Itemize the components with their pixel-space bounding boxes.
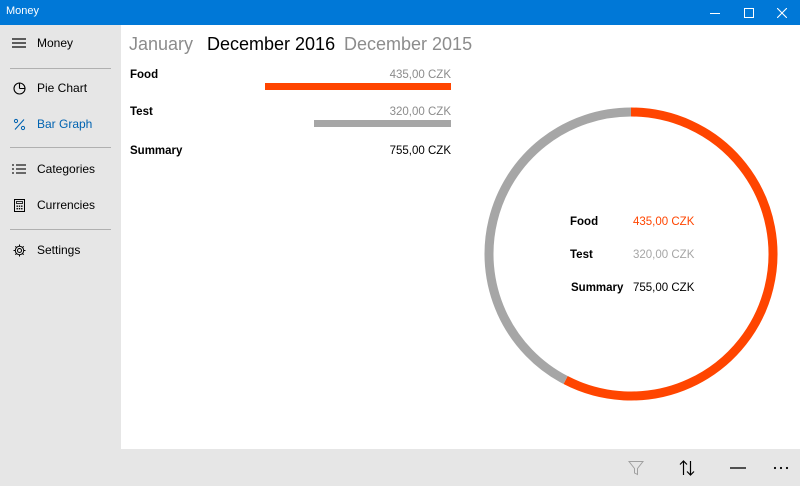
maximize-icon [744,7,754,18]
bar-row-label: Test [130,106,153,118]
more-button[interactable] [763,449,799,486]
minimize-icon [710,12,720,14]
close-icon [777,7,787,18]
summary-value: 755,00 CZK [389,145,451,157]
gear-icon [12,243,26,257]
window-title: Money [6,5,40,17]
calculator-icon [12,198,26,212]
sidebar-item-label: Categories [37,162,96,176]
donut-summary-label: Summary [571,282,624,294]
bar-row-label: Food [130,69,159,81]
donut-legend-value: 435,00 CZK [633,216,695,228]
pie-chart-icon [12,81,26,95]
list-icon [12,162,26,176]
minus-icon [730,466,746,469]
tab-december-2016[interactable]: December 2016 [207,34,335,55]
hamburger-icon [12,36,26,50]
tab-january[interactable]: January [129,34,193,55]
summary-label: Summary [130,145,183,157]
tab-december-2015[interactable]: December 2015 [344,34,472,55]
more-icon [773,466,789,469]
sidebar-divider [10,68,111,69]
bar-row-value: 320,00 CZK [389,106,451,118]
sidebar-item-label: Currencies [37,198,96,212]
minimize-button[interactable] [697,0,733,25]
sidebar-item-currencies[interactable]: Currencies [0,189,121,221]
filter-icon [628,460,644,475]
sidebar-divider [10,229,111,230]
sidebar-divider [10,147,111,148]
app-name-label: Money [37,36,74,50]
donut-legend-label: Test [570,249,593,261]
remove-button[interactable] [720,449,756,486]
filter-button[interactable] [618,449,654,486]
title-bar: Money [0,0,800,25]
sidebar-item-label: Settings [37,243,81,257]
sidebar-item-bar-graph[interactable]: Bar Graph [0,108,121,140]
donut-summary-value: 755,00 CZK [633,282,695,294]
donut-segment-test [484,107,632,385]
bar-row-value: 435,00 CZK [389,69,451,81]
close-button[interactable] [764,0,800,25]
sidebar-item-settings[interactable]: Settings [0,234,121,266]
maximize-button[interactable] [731,0,767,25]
donut-legend-label: Food [570,216,599,228]
bar-fill-food [265,83,451,90]
sidebar: Money Pie Chart Bar Graph Categories Cur… [0,25,121,486]
sort-icon [679,459,695,476]
hamburger-menu-button[interactable]: Money [0,27,121,59]
main-content: January December 2016 December 2015 Food… [121,25,800,449]
sidebar-item-categories[interactable]: Categories [0,153,121,185]
sidebar-item-pie-chart[interactable]: Pie Chart [0,72,121,104]
sidebar-item-label: Pie Chart [37,81,88,95]
percent-icon [12,117,26,131]
donut-chart [484,107,778,401]
sidebar-item-label: Bar Graph [37,117,93,131]
sort-button[interactable] [669,449,705,486]
command-bar [121,449,800,486]
donut-legend-value: 320,00 CZK [633,249,695,261]
bar-fill-test [314,120,451,127]
